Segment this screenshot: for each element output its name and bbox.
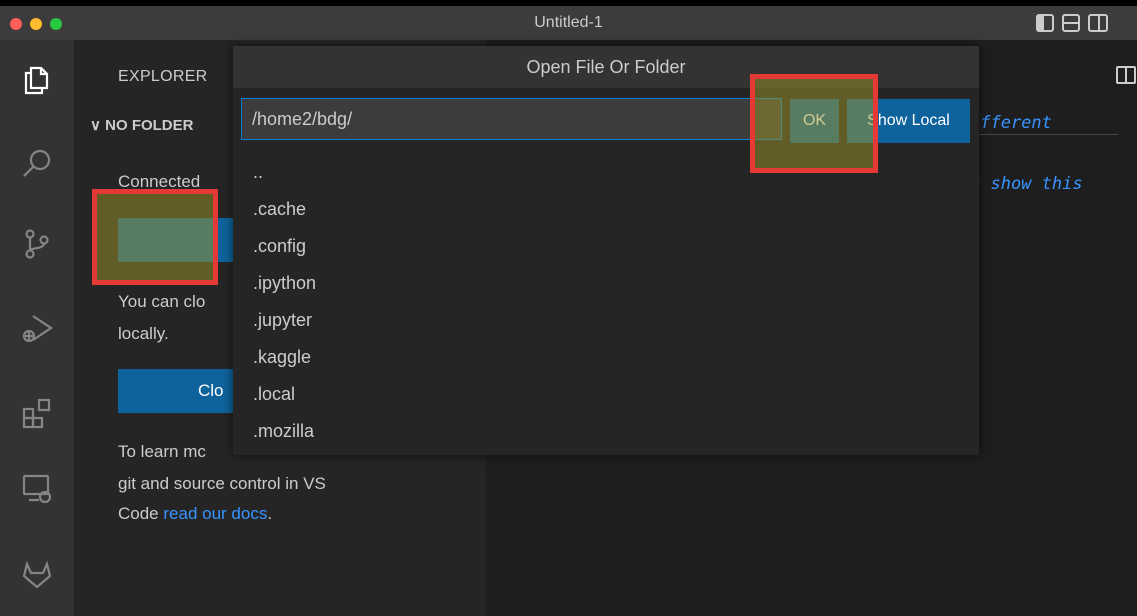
run-debug-icon[interactable] [19,310,55,346]
read-docs-link[interactable]: read our docs [163,504,267,523]
toggle-secondary-sidebar-icon[interactable] [1088,14,1108,32]
list-item[interactable]: .cache [233,191,979,228]
explorer-icon[interactable] [19,62,55,98]
ok-button[interactable]: OK [790,99,839,143]
divider [968,134,1118,135]
editor-code-line-2: t show this [970,174,1083,194]
path-input[interactable] [241,98,782,140]
list-item[interactable]: .kaggle [233,339,979,376]
list-item[interactable]: .ipython [233,265,979,302]
no-folder-section[interactable]: ∨ NO FOLDER [90,116,193,134]
dialog-title-bar: Open File Or Folder [233,46,979,88]
editor-code-line-1: ifferent [970,113,1052,133]
clone-button-label: Clo [198,381,224,400]
title-bar: Untitled-1 [0,6,1137,40]
open-file-dialog: Open File Or Folder OK Show Local .. .ca… [233,46,979,455]
toggle-sidebar-icon[interactable] [1036,14,1054,32]
window-title: Untitled-1 [534,14,603,31]
list-item[interactable]: .. [233,154,979,191]
explorer-header: EXPLORER [118,68,208,85]
file-list: .. .cache .config .ipython .jupyter .kag… [233,154,979,450]
source-control-icon[interactable] [19,226,55,262]
list-item[interactable]: .local [233,376,979,413]
connected-text: Connected [118,172,201,191]
learn-text-line-2: git and source control in VS [118,474,326,493]
toggle-panel-icon[interactable] [1062,14,1080,32]
list-item[interactable]: .config [233,228,979,265]
clone-text-line-2: locally. [118,324,169,343]
activity-bar [0,40,74,616]
learn-text-suffix: . [267,504,273,523]
learn-text-line-3: Code read our docs. [118,500,272,527]
search-icon[interactable] [19,146,55,182]
list-item[interactable]: .mozilla [233,413,979,450]
show-local-button[interactable]: Show Local [847,99,970,143]
gitlab-icon[interactable] [19,556,55,592]
list-item[interactable]: .jupyter [233,302,979,339]
dialog-title: Open File Or Folder [526,57,686,77]
learn-text-line-1: To learn mc [118,442,206,461]
remote-explorer-icon[interactable] [19,470,55,506]
learn-text-prefix: Code [118,504,164,523]
extensions-icon[interactable] [19,396,55,432]
split-editor-icon[interactable] [1116,66,1136,84]
clone-text-line-1: You can clo [118,292,206,311]
